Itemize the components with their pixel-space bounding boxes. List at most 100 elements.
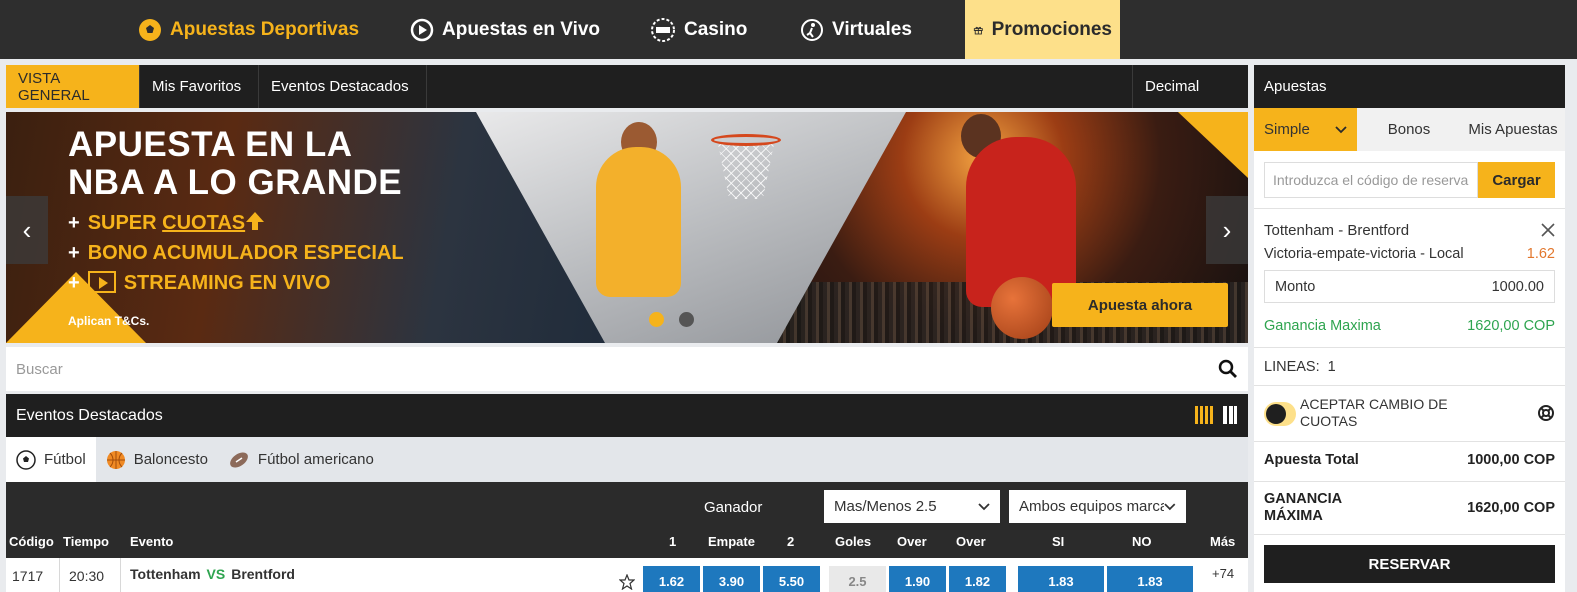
- max-win-row: Ganancia Maxima 1620,00 COP: [1264, 318, 1555, 334]
- market-select-btts[interactable]: Ambos equipos marca: [1009, 490, 1186, 523]
- banner-bullet-text: STREAMING EN VIVO: [123, 272, 331, 294]
- select-value: Ambos equipos marca: [1019, 498, 1165, 515]
- featured-events-header: Eventos Destacados: [6, 394, 1248, 437]
- stake-value: 1000.00: [1491, 278, 1544, 295]
- search-input[interactable]: [16, 360, 1218, 378]
- compact-view-icon[interactable]: [1222, 404, 1238, 426]
- selected-match: Tottenham - Brentford: [1264, 222, 1410, 239]
- banner-bullet: + SUPER CUOTAS: [68, 208, 404, 238]
- table-row: 1717 20:30 Tottenham VS Brentford 1.62 3.9…: [6, 558, 1248, 592]
- tab-overview[interactable]: VISTA GENERAL: [6, 65, 140, 108]
- accept-odds-toggle[interactable]: [1264, 402, 1296, 426]
- sport-label: Fútbol americano: [257, 451, 374, 468]
- banner-bullet-text: CUOTAS: [162, 212, 246, 234]
- more-markets-link[interactable]: +74: [1212, 566, 1234, 581]
- odd-button-draw[interactable]: 3.90: [703, 566, 760, 592]
- nav-label: Casino: [684, 18, 748, 40]
- booking-code-form: Cargar: [1264, 162, 1555, 198]
- basketball-icon: [106, 450, 125, 469]
- column-goals: Goles: [835, 534, 872, 549]
- market-select-over-under[interactable]: Mas/Menos 2.5: [824, 490, 1000, 523]
- bet-slip-title: Apuestas: [1254, 65, 1565, 108]
- search-icon[interactable]: [1218, 359, 1238, 379]
- arrow-up-icon: [246, 212, 265, 230]
- nav-promotions[interactable]: Promociones: [965, 0, 1120, 59]
- vs-label: VS: [206, 566, 226, 582]
- accept-odds-label: ACEPTAR CAMBIO DE CUOTAS: [1300, 396, 1448, 429]
- event-time: 20:30: [69, 568, 105, 584]
- odd-button-btts-no[interactable]: 1.83: [1107, 566, 1193, 592]
- event-code: 1717: [12, 568, 44, 584]
- sport-tab-basketball[interactable]: Baloncesto: [96, 437, 218, 482]
- lifebuoy-help-icon[interactable]: [1537, 404, 1555, 422]
- load-button[interactable]: Cargar: [1478, 162, 1555, 198]
- nav-virtuals[interactable]: Virtuales: [800, 0, 912, 59]
- total-stake-row: Apuesta Total 1000,00 COP: [1264, 452, 1555, 468]
- divider: [120, 558, 121, 592]
- nav-live-betting[interactable]: Apuestas en Vivo: [410, 0, 600, 59]
- sport-tab-football[interactable]: Fútbol: [6, 437, 96, 482]
- bet-slip-tabs: Simple Bonos Mis Apuestas: [1254, 108, 1565, 151]
- tab-favorites[interactable]: Mis Favoritos: [140, 65, 259, 108]
- carousel-dot[interactable]: [649, 312, 664, 327]
- top-navigation: Apuestas Deportivas Apuestas en Vivo Cas…: [0, 0, 1577, 59]
- lines-value: 1: [1327, 359, 1336, 375]
- play-circle-icon: [410, 18, 434, 41]
- odd-button-over[interactable]: 1.90: [889, 566, 946, 592]
- max-gain-value: 1620,00 COP: [1467, 500, 1555, 516]
- max-win-value: 1620,00 COP: [1467, 318, 1555, 334]
- booking-code-input[interactable]: [1264, 162, 1478, 198]
- total-stake-label: Apuesta Total: [1264, 452, 1359, 468]
- away-team: Brentford: [231, 566, 295, 582]
- columns-view-icon[interactable]: [1194, 404, 1214, 426]
- tab-featured-events[interactable]: Eventos Destacados: [259, 65, 427, 108]
- column-yes: SI: [1052, 534, 1065, 549]
- carousel-dot[interactable]: [679, 312, 694, 327]
- odd-button-home[interactable]: 1.62: [643, 566, 700, 592]
- sport-tab-american-football[interactable]: Fútbol americano: [218, 437, 384, 482]
- basketball-hoop-image: [711, 134, 781, 146]
- selected-market: Victoria-empate-victoria - Local 1.62: [1264, 246, 1555, 262]
- chevron-down-icon: [1335, 125, 1347, 133]
- event-name[interactable]: Tottenham VS Brentford: [130, 566, 295, 582]
- banner-terms[interactable]: Aplican T&Cs.: [68, 314, 149, 328]
- reserve-button[interactable]: RESERVAR: [1264, 545, 1555, 583]
- plus-sign: +: [68, 212, 80, 234]
- stake-label: Monto: [1275, 278, 1316, 295]
- bet-slip: Apuestas Simple Bonos Mis Apuestas Carga…: [1254, 65, 1565, 592]
- nav-sports-betting[interactable]: Apuestas Deportivas: [138, 0, 359, 59]
- star-favorite-icon[interactable]: [619, 574, 635, 590]
- divider: [1254, 385, 1565, 386]
- odd-button-away[interactable]: 5.50: [763, 566, 820, 592]
- stake-input[interactable]: Monto 1000.00: [1264, 270, 1555, 303]
- nav-casino[interactable]: Casino: [650, 0, 747, 59]
- play-icon: [87, 271, 116, 293]
- close-icon[interactable]: [1540, 222, 1556, 238]
- banner-bullets: + SUPER CUOTAS + BONO ACUMULADOR ESPECIAL …: [68, 208, 404, 298]
- chevron-right-icon: ›: [1222, 214, 1232, 245]
- banner-prev-arrow[interactable]: ‹: [6, 196, 48, 264]
- odds-format-selector[interactable]: Decimal: [1132, 65, 1248, 108]
- tab-simple[interactable]: Simple: [1254, 108, 1357, 151]
- soccer-ball-icon: [139, 18, 161, 41]
- banner-bullet-text: BONO ACUMULADOR ESPECIAL: [87, 242, 404, 264]
- market-winner-label: Ganador: [704, 499, 763, 516]
- nav-label: Virtuales: [832, 18, 912, 40]
- column-code: Código: [9, 534, 54, 549]
- odd-button-btts-yes[interactable]: 1.83: [1018, 566, 1104, 592]
- banner-headline-line: NBA A LO GRANDE: [68, 163, 403, 202]
- plus-sign: +: [68, 272, 80, 294]
- promo-banner[interactable]: APUESTA EN LA NBA A LO GRANDE + SUPER CUO…: [6, 112, 1248, 343]
- chevron-down-icon: [978, 502, 990, 510]
- column-draw: Empate: [708, 534, 755, 549]
- tab-my-bets[interactable]: Mis Apuestas: [1461, 108, 1565, 151]
- sports-filter: Fútbol Baloncesto Fútbol americano: [6, 437, 1248, 482]
- tab-bonuses[interactable]: Bonos: [1357, 108, 1461, 151]
- divider: [1254, 481, 1565, 482]
- banner-next-arrow[interactable]: ›: [1206, 196, 1248, 264]
- banner-bullet: + BONO ACUMULADOR ESPECIAL: [68, 238, 404, 268]
- bet-now-button[interactable]: Apuesta ahora: [1052, 283, 1228, 327]
- odd-button-under[interactable]: 1.82: [949, 566, 1006, 592]
- max-gain-label: GANANCIA MÁXIMA: [1264, 491, 1342, 524]
- search-bar: [6, 347, 1248, 391]
